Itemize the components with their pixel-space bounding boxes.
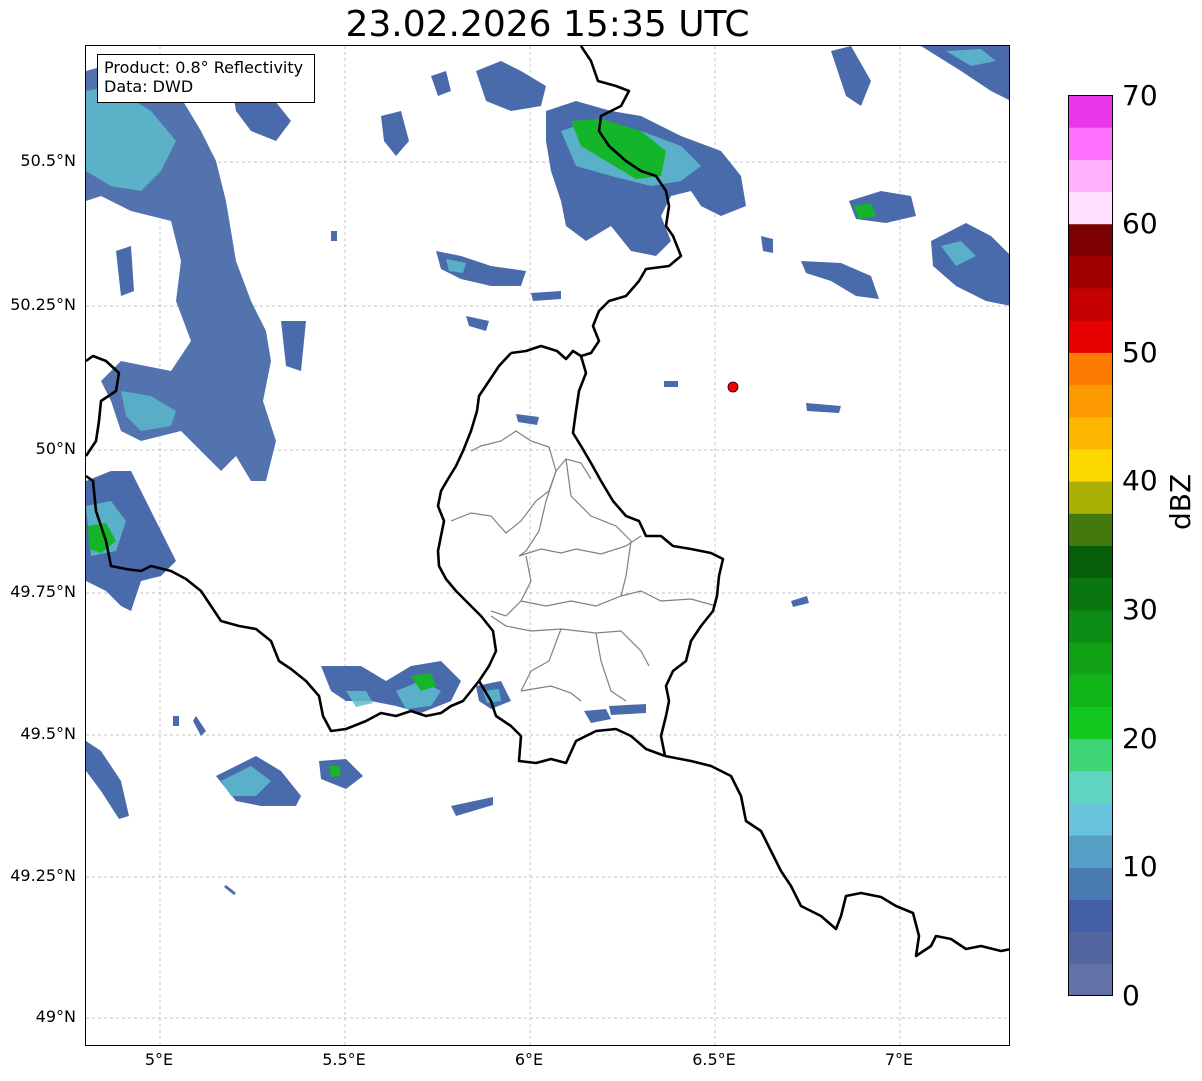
colorbar-segment (1068, 320, 1113, 353)
colorbar-segment (1068, 223, 1113, 257)
colorbar-segment (1068, 770, 1113, 804)
colorbar-segment (1068, 642, 1113, 675)
colorbar-tick-label: 0 (1122, 979, 1140, 1012)
lon-tick-label: 5.5°E (322, 1050, 366, 1069)
colorbar-segment (1068, 899, 1113, 933)
colorbar-segment (1068, 384, 1113, 418)
lat-tick-label: 49.25°N (10, 866, 76, 885)
colorbar-tick-label: 40 (1122, 464, 1158, 497)
colorbar-segment (1068, 352, 1113, 386)
colorbar-segment (1068, 95, 1113, 128)
colorbar-tick-label: 60 (1122, 207, 1158, 240)
colorbar-tick-label: 20 (1122, 722, 1158, 755)
lat-tick-label: 49.5°N (20, 724, 76, 743)
colorbar-tick-label: 50 (1122, 336, 1158, 369)
colorbar-segment (1068, 288, 1113, 321)
lat-tick-label: 49.75°N (10, 582, 76, 601)
country-borders (86, 46, 1009, 958)
product-info-box: Product: 0.8° Reflectivity Data: DWD (97, 54, 315, 103)
radar-site-marker (727, 381, 739, 393)
colorbar-segment (1068, 963, 1113, 996)
colorbar-tick-label: 30 (1122, 593, 1158, 626)
radar-map-canvas (86, 46, 1009, 1045)
colorbar (1068, 95, 1113, 996)
lon-tick-label: 6.5°E (692, 1050, 736, 1069)
colorbar-segment (1068, 802, 1113, 836)
colorbar-segment (1068, 931, 1113, 965)
radar-map[interactable] (85, 45, 1010, 1046)
lon-tick-label: 6°E (514, 1050, 544, 1069)
lon-tick-label: 7°E (884, 1050, 914, 1069)
lat-tick-label: 50.25°N (10, 295, 76, 314)
colorbar-tick-label: 10 (1122, 850, 1158, 883)
colorbar-segment (1068, 513, 1113, 546)
colorbar-segment (1068, 835, 1113, 868)
colorbar-segment (1068, 577, 1113, 611)
colorbar-segment (1068, 738, 1113, 772)
colorbar-segment (1068, 674, 1113, 707)
lat-tick-label: 50.5°N (20, 151, 76, 170)
product-label: Product: 0.8° Reflectivity (104, 58, 304, 77)
colorbar-tick-label: 70 (1122, 79, 1158, 112)
lat-tick-label: 50°N (35, 439, 76, 458)
colorbar-segment (1068, 159, 1113, 193)
colorbar-segment (1068, 255, 1113, 289)
colorbar-axis-label: dBZ (1164, 473, 1197, 530)
colorbar-segment (1068, 545, 1113, 579)
colorbar-segment (1068, 127, 1113, 160)
data-source-label: Data: DWD (104, 77, 194, 96)
colorbar-segment (1068, 416, 1113, 450)
colorbar-segment (1068, 609, 1113, 643)
lat-tick-label: 49°N (35, 1007, 76, 1026)
colorbar-segment (1068, 867, 1113, 900)
colorbar-segment (1068, 481, 1113, 514)
colorbar-segment (1068, 191, 1113, 225)
radar-echoes (86, 46, 1009, 895)
lon-tick-label: 5°E (144, 1050, 174, 1069)
map-title: 23.02.2026 15:35 UTC (345, 4, 750, 45)
colorbar-segment (1068, 706, 1113, 740)
colorbar-segment (1068, 448, 1113, 482)
